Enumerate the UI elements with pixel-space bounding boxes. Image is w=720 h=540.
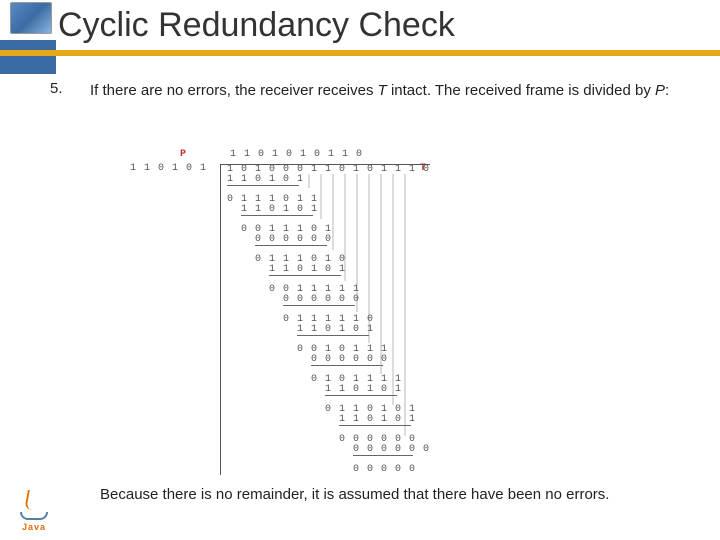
div-step-0: 1 1 0 1 0 1 [227, 175, 430, 185]
var-p: P [655, 82, 665, 99]
java-cup-icon [20, 512, 48, 520]
quotient: 1 1 0 1 0 1 0 1 1 0 [230, 150, 363, 160]
div-step-3: 1 1 0 1 0 1 [227, 205, 430, 215]
slide-header: Cyclic Redundancy Check [0, 0, 720, 60]
step-text-suffix: : [665, 82, 669, 99]
div-step-29: 0 0 0 0 0 [227, 465, 430, 475]
step-text-mid: intact. The received frame is divided by [387, 82, 655, 99]
div-step-6: 0 0 0 0 0 0 [227, 235, 430, 245]
step-text: If there are no errors, the receiver rec… [90, 80, 669, 103]
accent-underline [0, 50, 720, 56]
slide-title: Cyclic Redundancy Check [58, 6, 455, 45]
globe-logo-icon [10, 2, 52, 34]
var-t: T [378, 82, 387, 99]
java-logo-text: Java [22, 522, 46, 532]
step-number: 5. [50, 80, 70, 97]
java-steam-icon [24, 490, 44, 510]
conclusion-text: Because there is no remainder, it is ass… [100, 486, 609, 503]
p-label: P [180, 150, 187, 160]
content-area: 5. If there are no errors, the receiver … [50, 80, 700, 103]
step-text-prefix: If there are no errors, the receiver rec… [90, 82, 378, 99]
accent-block [0, 40, 56, 74]
java-logo-icon: Java [12, 476, 56, 532]
divisor: 1 1 0 1 0 1 [130, 164, 207, 174]
step-5-row: 5. If there are no errors, the receiver … [50, 80, 700, 103]
division-body: 1 0 1 0 0 0 1 1 0 1 0 1 1 1 0 1 1 0 1 0 … [220, 164, 430, 475]
